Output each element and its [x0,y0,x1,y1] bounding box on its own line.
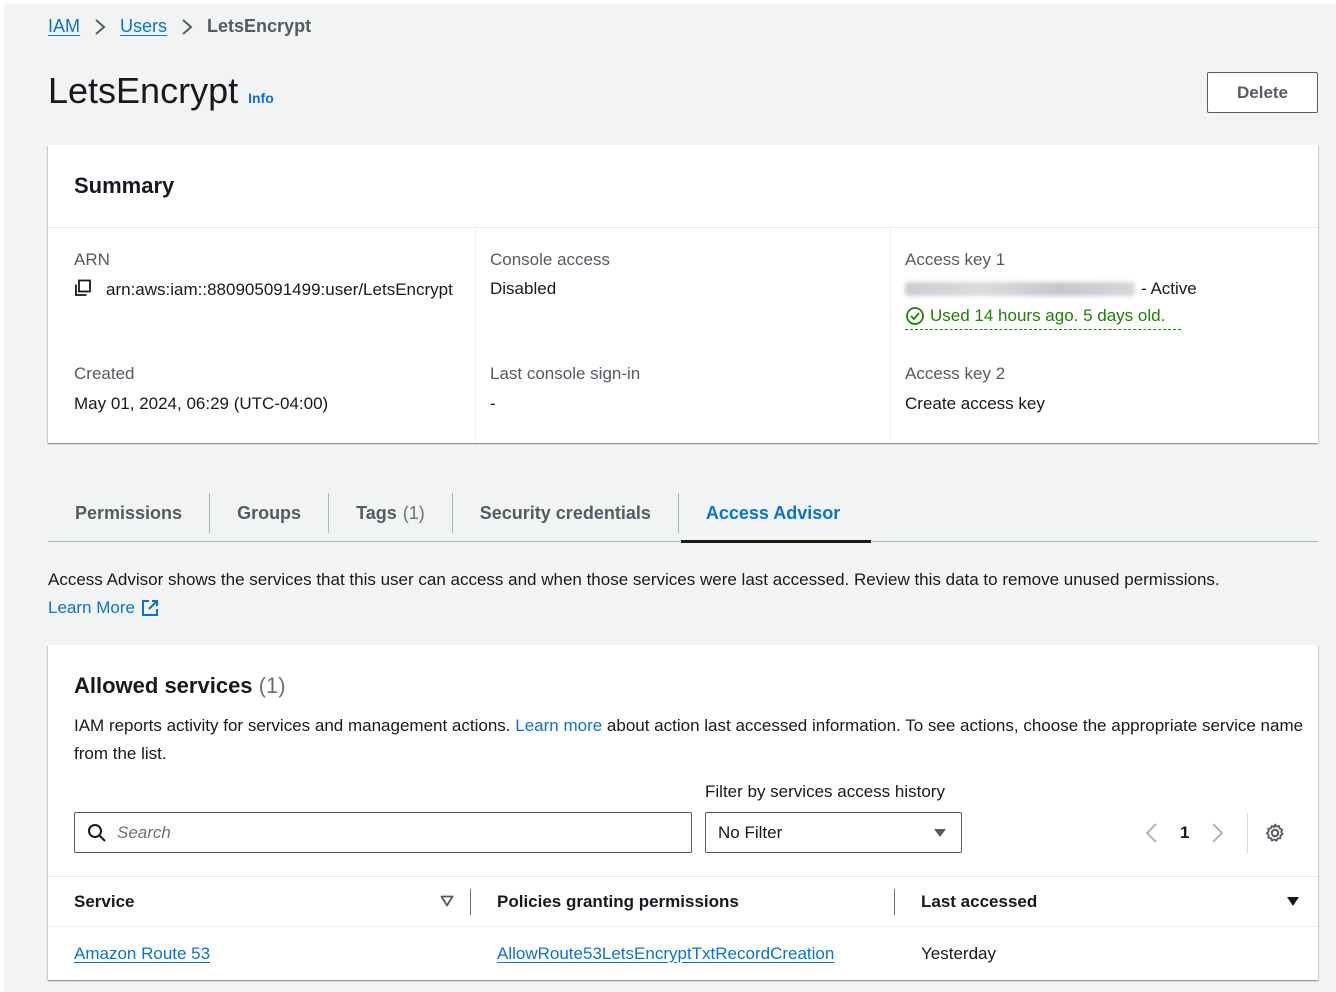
chevron-right-icon [94,18,106,36]
filter-label: Filter by services access history [705,782,945,801]
tab-security-credentials[interactable]: Security credentials [453,485,678,541]
column-header-last-accessed[interactable]: Last accessed [921,877,1037,927]
create-access-key-link[interactable]: Create access key [905,390,1045,418]
console-access-label: Console access [490,250,611,269]
pager-divider [1247,813,1249,853]
chevron-right-icon [181,18,193,36]
created-label: Created [74,364,135,383]
page-title: LetsEncrypt [48,70,239,111]
summary-col-arn: ARN arn:aws:iam::880905091499:user/LetsE… [48,228,475,442]
chevron-right-icon[interactable] [1211,822,1225,844]
redacted-key-id [905,282,1135,296]
tab-label: Groups [237,502,302,523]
info-link[interactable]: Info [248,90,274,106]
last-signin-label: Last console sign-in [490,364,641,383]
check-circle-icon [905,306,925,326]
tab-label: Security credentials [479,502,651,523]
chevron-left-icon[interactable] [1144,822,1158,844]
caret-down-icon [933,828,947,838]
description-text: Access Advisor shows the services that t… [48,570,1220,589]
tab-permissions[interactable]: Permissions [48,485,209,541]
service-link[interactable]: Amazon Route 53 [74,944,210,964]
table-row: Amazon Route 53 AllowRoute53LetsEncryptT… [48,927,1318,980]
last-accessed-value: Yesterday [921,943,996,963]
external-link-icon [141,599,159,617]
last-signin-value: - [490,394,496,413]
summary-title: Summary [74,173,175,198]
column-header-service[interactable]: Service [74,877,135,927]
access-key1-status: - Active [1141,279,1197,298]
allowed-services-title: Allowed services (1) [74,673,286,699]
copy-icon[interactable] [74,275,96,304]
tab-label: Tags [356,502,397,523]
breadcrumb-current: LetsEncrypt [207,16,312,36]
tab-access-advisor[interactable]: Access Advisor [679,485,872,543]
pagination: 1 [1144,813,1286,853]
summary-card: Summary ARN arn:aws:iam::880905091499:us… [48,145,1318,443]
services-count: (1) [258,673,286,698]
settings-gear-icon[interactable] [1264,822,1286,844]
services-title-text: Allowed services [74,673,253,698]
learn-more-link[interactable]: Learn More [48,594,159,622]
access-key2-label: Access key 2 [905,364,1006,383]
sort-desc-icon[interactable] [1286,896,1300,907]
page-header: LetsEncrypt Info [48,70,274,112]
learn-more-inline-link[interactable]: Learn more [515,716,602,735]
learn-more-label: Learn More [48,598,135,617]
breadcrumb-users-link[interactable]: Users [120,16,167,37]
search-input[interactable]: Search [74,812,692,853]
filter-select[interactable]: No Filter [705,812,962,853]
column-header-policies[interactable]: Policies granting permissions [497,877,739,927]
tab-tags[interactable]: Tags (1) [329,485,452,541]
column-divider[interactable] [894,889,895,915]
page-number[interactable]: 1 [1180,823,1189,843]
services-table-header: Service Policies granting permissions La… [48,876,1318,927]
column-label: Last accessed [921,892,1038,911]
allowed-services-description: IAM reports activity for services and ma… [74,712,1304,768]
page-background: IAM Users LetsEncrypt LetsEncrypt Info D… [4,4,1336,992]
policy-link[interactable]: AllowRoute53LetsEncryptTxtRecordCreation [497,944,834,964]
arn-value: arn:aws:iam::880905091499:user/LetsEncry… [106,280,453,299]
summary-col-access-keys: Access key 1 - Active Used 14 hours ago.… [890,228,1305,442]
breadcrumb: IAM Users LetsEncrypt [48,16,311,37]
tab-groups[interactable]: Groups [210,485,328,541]
created-value: May 01, 2024, 06:29 (UTC-04:00) [74,394,329,413]
column-label: Service [74,892,135,911]
tab-bar: Permissions Groups Tags (1) Security cred… [48,485,1318,543]
sort-icon[interactable] [440,895,454,907]
summary-header: Summary [48,145,1318,228]
column-divider[interactable] [470,889,471,915]
console-access-value: Disabled [490,279,557,298]
tab-label: Access Advisor [705,502,841,523]
delete-button[interactable]: Delete [1207,72,1318,113]
access-advisor-description: Access Advisor shows the services that t… [48,566,1318,622]
filter-select-value: No Filter [718,822,783,842]
allowed-services-card: Allowed services (1) IAM reports activit… [48,645,1318,980]
access-key1-usage[interactable]: Used 14 hours ago. 5 days old. [905,303,1181,330]
tab-count: (1) [402,502,425,523]
column-label: Policies granting permissions [497,892,739,911]
breadcrumb-iam-link[interactable]: IAM [48,16,80,37]
search-placeholder: Search [117,822,171,842]
access-key1-usage-text: Used 14 hours ago. 5 days old. [930,306,1166,325]
tab-label: Permissions [75,502,183,523]
search-icon [87,823,107,843]
access-key1-label: Access key 1 [905,250,1006,269]
desc-text-before: IAM reports activity for services and ma… [74,716,516,735]
arn-label: ARN [74,250,110,269]
summary-col-console: Console access Disabled Last console sig… [475,228,890,442]
